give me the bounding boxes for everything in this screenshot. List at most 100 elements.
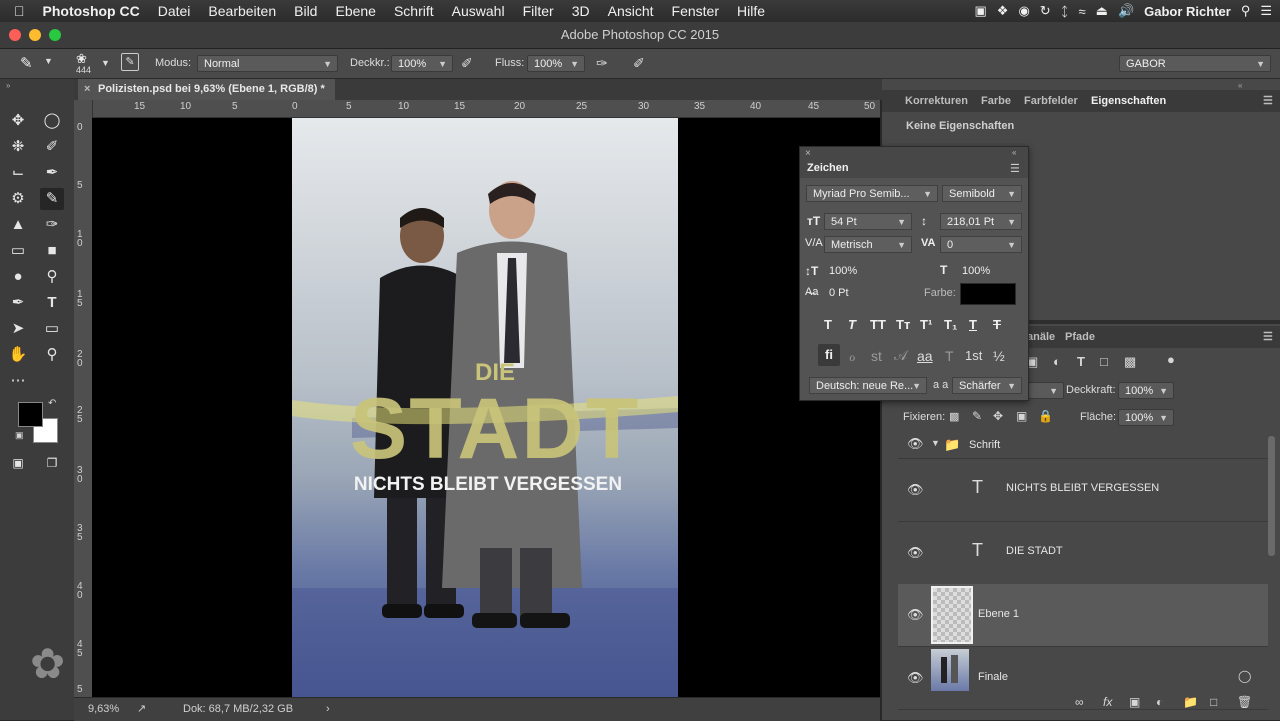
foreground-color-swatch[interactable] xyxy=(18,402,43,427)
gradient-tool-icon[interactable]: ■ xyxy=(40,240,64,262)
lasso-tool-icon[interactable]: ❉ xyxy=(6,136,30,158)
visibility-eye-icon[interactable]: 👁 xyxy=(907,483,924,496)
link-layers-icon[interactable]: ∞ xyxy=(1075,695,1084,709)
menu-bearbeiten[interactable]: Bearbeiten xyxy=(199,3,285,19)
filter-shape-icon[interactable]: □ xyxy=(1100,354,1108,369)
zoom-window-button[interactable] xyxy=(49,29,61,41)
crop-tool-icon[interactable]: ⌙ xyxy=(6,162,30,184)
blur-tool-icon[interactable]: ● xyxy=(6,266,30,288)
tab-farbe[interactable]: Farbe xyxy=(981,90,1011,112)
layer-row-selected[interactable]: 👁 Ebene 1 xyxy=(898,584,1268,647)
font-size-field[interactable]: 54 Pt ▼ xyxy=(824,213,912,230)
layer-thumbnail[interactable] xyxy=(931,586,973,644)
hand-tool-icon[interactable]: ✋ xyxy=(6,344,30,366)
new-layer-icon[interactable]: □ xyxy=(1210,695,1217,709)
pen-tool-icon[interactable]: ✒ xyxy=(6,292,30,314)
delete-layer-icon[interactable]: 🗑 xyxy=(1237,695,1252,709)
pressure-size-icon[interactable]: ✐ xyxy=(633,55,645,72)
bluetooth-icon[interactable]: ᛨ xyxy=(1061,4,1069,19)
layer-name[interactable]: Ebene 1 xyxy=(978,608,1019,620)
visibility-eye-icon[interactable]: 👁 xyxy=(907,546,924,559)
layer-thumbnail[interactable] xyxy=(931,649,969,691)
rectangle-tool-icon[interactable]: ▭ xyxy=(40,318,64,340)
underline-button[interactable]: T xyxy=(969,317,977,332)
filter-type-icon[interactable]: T xyxy=(1077,354,1085,369)
status-menu-arrow-icon[interactable]: › xyxy=(326,698,330,720)
flow-field[interactable]: 100% ▼ xyxy=(527,55,585,72)
close-document-icon[interactable]: × xyxy=(84,79,90,100)
menu-filter[interactable]: Filter xyxy=(514,3,563,19)
filter-adjustment-icon[interactable]: ◐ xyxy=(1053,354,1061,369)
more-tools-icon[interactable]: ⋯ xyxy=(6,370,30,392)
layer-row[interactable]: 👁 T NICHTS BLEIBT VERGESSEN xyxy=(898,459,1268,522)
brush-tool-icon[interactable]: ✎ xyxy=(40,188,64,210)
poster-image[interactable]: DIE STADT NICHTS BLEIBT VERGESSEN xyxy=(292,118,678,697)
brush-tool-icon[interactable]: ✎ xyxy=(20,54,33,72)
menu-auswahl[interactable]: Auswahl xyxy=(443,3,514,19)
default-colors-icon[interactable]: ▣ xyxy=(15,430,24,441)
faux-bold-button[interactable]: T xyxy=(824,317,832,332)
document-tab[interactable]: × Polizisten.psd bei 9,63% (Ebene 1, RGB… xyxy=(78,79,335,100)
visibility-eye-icon[interactable]: 👁 xyxy=(907,608,924,621)
fill-field[interactable]: 100% ▼ xyxy=(1118,409,1174,426)
tab-pfade[interactable]: Pfade xyxy=(1065,326,1095,348)
close-panel-icon[interactable]: × xyxy=(805,148,811,159)
layers-panel-menu-icon[interactable]: ☰ xyxy=(1263,326,1273,348)
titling-alternates-button[interactable]: T xyxy=(945,348,954,364)
layer-name[interactable]: NICHTS BLEIBT VERGESSEN xyxy=(1006,482,1159,494)
font-style-select[interactable]: Semibold ▼ xyxy=(942,185,1022,202)
volume-icon[interactable]: 🔊 xyxy=(1118,3,1134,19)
user-name[interactable]: Gabor Richter xyxy=(1144,4,1231,19)
layer-name[interactable]: Finale xyxy=(978,671,1008,683)
add-mask-icon[interactable]: ▣ xyxy=(1129,695,1140,709)
tab-eigenschaften[interactable]: Eigenschaften xyxy=(1091,90,1166,112)
visibility-eye-icon[interactable]: 👁 xyxy=(907,437,924,450)
dropbox-icon[interactable]: ❖ xyxy=(997,3,1009,19)
opacity-field[interactable]: 100% ▼ xyxy=(391,55,453,72)
quick-mask-icon[interactable]: ▣ xyxy=(6,452,30,474)
adjustment-layer-icon[interactable]: ◐ xyxy=(1156,695,1163,709)
group-expand-chevron-icon[interactable]: ▼ xyxy=(931,438,940,448)
anti-alias-select[interactable]: Schärfer ▼ xyxy=(952,377,1022,394)
record-icon[interactable]: ◉ xyxy=(1018,3,1029,19)
screen-mode-icon[interactable]: ❐ xyxy=(40,452,64,474)
brush-panel-icon[interactable]: ✎ xyxy=(121,53,139,71)
all-caps-button[interactable]: TT xyxy=(870,317,886,332)
ligatures-button[interactable]: fi xyxy=(818,344,840,366)
strikethrough-button[interactable]: T xyxy=(993,317,1001,332)
lock-all-icon[interactable]: 🔒 xyxy=(1038,409,1053,423)
superscript-button[interactable]: T¹ xyxy=(920,317,932,332)
layer-name[interactable]: Schrift xyxy=(969,439,1000,451)
swash-button[interactable]: 𝒜 xyxy=(894,347,907,364)
ordinals-button[interactable]: 1st xyxy=(965,348,982,363)
layers-scrollbar[interactable] xyxy=(1268,436,1275,556)
menu-ebene[interactable]: Ebene xyxy=(326,3,384,19)
menu-datei[interactable]: Datei xyxy=(149,3,200,19)
eyedropper-tool-icon[interactable]: ✒ xyxy=(40,162,64,184)
menu-bild[interactable]: Bild xyxy=(285,3,326,19)
eject-icon[interactable]: ⏏ xyxy=(1096,3,1108,19)
pressure-opacity-icon[interactable]: ✐ xyxy=(461,55,473,72)
eraser-tool-icon[interactable]: ▭ xyxy=(6,240,30,262)
horizontal-scale-value[interactable]: 100% xyxy=(962,265,990,277)
contextual-alternates-button[interactable]: ℴ xyxy=(849,348,855,365)
swap-colors-icon[interactable]: ↶ xyxy=(48,398,56,409)
filter-toggle-icon[interactable]: ● xyxy=(1167,352,1175,367)
history-brush-tool-icon[interactable]: ✑ xyxy=(40,214,64,236)
close-window-button[interactable] xyxy=(9,29,21,41)
menu-3d[interactable]: 3D xyxy=(563,3,599,19)
layer-blend-mode-select[interactable]: ▼ xyxy=(1028,382,1064,399)
stylistic-alternates-button[interactable]: aa xyxy=(917,348,933,364)
tool-preset-dropdown[interactable]: ▼ xyxy=(44,56,53,66)
menu-app[interactable]: Photoshop CC xyxy=(34,3,149,19)
leading-field[interactable]: 218,01 Pt ▼ xyxy=(940,213,1022,230)
visibility-eye-icon[interactable]: 👁 xyxy=(907,671,924,684)
kerning-select[interactable]: Metrisch ▼ xyxy=(824,236,912,253)
zoom-tool-icon[interactable]: ⚲ xyxy=(40,344,64,366)
healing-brush-tool-icon[interactable]: ⚙ xyxy=(6,188,30,210)
marquee-tool-icon[interactable]: ◯ xyxy=(40,110,64,132)
menu-ansicht[interactable]: Ansicht xyxy=(599,3,663,19)
new-group-icon[interactable]: 📁 xyxy=(1183,695,1198,709)
layer-name[interactable]: DIE STADT xyxy=(1006,545,1063,557)
blend-mode-select[interactable]: Normal ▼ xyxy=(197,55,338,72)
